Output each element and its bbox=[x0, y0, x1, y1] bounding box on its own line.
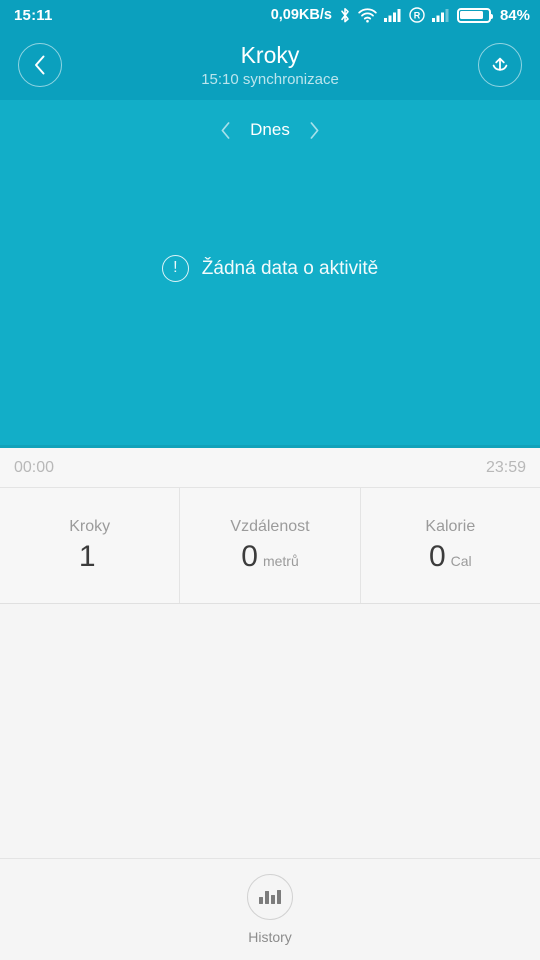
stat-unit: metrů bbox=[262, 552, 299, 569]
current-day-label[interactable]: Dnes bbox=[250, 120, 290, 140]
stat-value-row: 1 bbox=[79, 540, 101, 574]
bar-chart-icon-bar bbox=[265, 891, 269, 904]
time-axis-end: 23:59 bbox=[485, 458, 526, 476]
stat-value: 0 bbox=[241, 539, 258, 573]
empty-state: ! Žádná data o aktivitě bbox=[0, 255, 540, 282]
header-titles: Kroky 15:10 synchronizace bbox=[201, 41, 339, 90]
stats-row: Kroky 1 Vzdálenost 0 metrů Kalorie 0 Cal bbox=[0, 488, 540, 604]
stat-value: 1 bbox=[78, 539, 96, 573]
content-filler bbox=[0, 604, 540, 858]
battery-icon bbox=[456, 7, 493, 23]
day-navigator: Dnes bbox=[0, 120, 540, 140]
chevron-left-icon bbox=[35, 55, 45, 75]
stat-label: Vzdálenost bbox=[230, 517, 310, 535]
network-speed-label: 0,09KB/s bbox=[270, 7, 332, 23]
stat-unit: Cal bbox=[450, 552, 472, 569]
cellular-signal-icon bbox=[383, 9, 401, 22]
history-button[interactable] bbox=[247, 874, 293, 920]
stat-steps[interactable]: Kroky 1 bbox=[0, 488, 179, 603]
bar-chart-icon bbox=[259, 897, 263, 904]
back-button[interactable] bbox=[18, 43, 62, 87]
bottom-bar: History bbox=[0, 858, 540, 960]
status-bar-icons: 0,09KB/s R 84% bbox=[271, 7, 530, 24]
next-day-button[interactable] bbox=[308, 121, 320, 140]
status-bar-clock: 15:11 bbox=[14, 6, 53, 24]
roaming-icon: R bbox=[409, 7, 425, 23]
cellular-signal-2-icon bbox=[431, 9, 449, 22]
chevron-left-icon bbox=[221, 121, 230, 139]
time-axis-start: 00:00 bbox=[14, 458, 55, 476]
stat-value-row: 0 metrů bbox=[241, 540, 298, 574]
sync-button[interactable] bbox=[478, 43, 522, 87]
time-axis: 00:00 23:59 bbox=[0, 448, 540, 488]
stat-label: Kroky bbox=[69, 517, 111, 535]
empty-state-message: Žádná data o aktivitě bbox=[201, 257, 379, 279]
history-label: History bbox=[248, 929, 292, 945]
app-header: Kroky 15:10 synchronizace bbox=[0, 30, 540, 100]
stat-distance[interactable]: Vzdálenost 0 metrů bbox=[179, 488, 359, 603]
page-title: Kroky bbox=[240, 41, 300, 68]
app-screen: 15:11 0,09KB/s R 84% Kroky 15:10 synchro… bbox=[0, 0, 540, 960]
bluetooth-icon bbox=[341, 7, 349, 22]
stat-label: Kalorie bbox=[425, 517, 476, 535]
exclamation-circle-icon: ! bbox=[161, 255, 189, 282]
stat-value: 0 bbox=[428, 539, 446, 573]
wifi-icon bbox=[358, 7, 377, 22]
sync-upload-icon bbox=[492, 57, 508, 71]
bar-chart-icon-bar bbox=[277, 890, 281, 904]
battery-fill bbox=[460, 11, 484, 19]
activity-chart-panel: Dnes ! Žádná data o aktivitě bbox=[0, 100, 540, 448]
stat-calories[interactable]: Kalorie 0 Cal bbox=[359, 488, 540, 603]
stat-value-row: 0 Cal bbox=[429, 540, 472, 574]
svg-text:R: R bbox=[414, 11, 421, 21]
status-bar: 15:11 0,09KB/s R 84% bbox=[0, 0, 540, 30]
battery-percent-label: 84% bbox=[499, 6, 530, 24]
prev-day-button[interactable] bbox=[220, 121, 232, 140]
chevron-right-icon bbox=[310, 121, 319, 139]
sync-status-label: 15:10 synchronizace bbox=[201, 70, 339, 88]
bar-chart-icon-bar bbox=[271, 895, 275, 904]
